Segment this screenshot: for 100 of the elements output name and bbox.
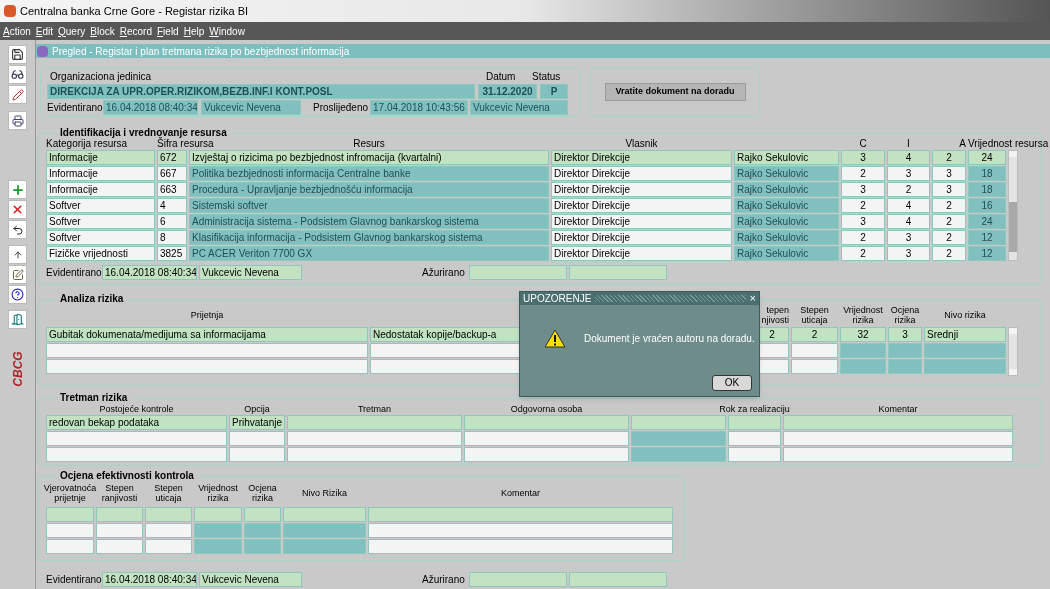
pencil-icon[interactable] (8, 85, 27, 104)
table-cell[interactable] (46, 523, 94, 538)
text-field[interactable]: 31.12.2020 (478, 84, 537, 99)
table-cell[interactable] (783, 415, 1013, 430)
table-cell[interactable]: Politika bezbjednosti informacija Centralne banke (189, 166, 549, 181)
text-field[interactable] (469, 571, 567, 587)
table-cell[interactable] (96, 507, 143, 522)
table-cell[interactable]: Informacije (46, 182, 155, 197)
table-cell[interactable]: Izvještaj o rizicima po bezbjednost infromacija (kvartalni) (189, 150, 549, 165)
table-cell[interactable] (244, 507, 281, 522)
table-cell[interactable]: Direktor Direkcije (551, 182, 732, 197)
text-field[interactable]: 16.04.2018 08:40:34 (103, 100, 198, 115)
table-cell[interactable]: Prihvatanje (229, 415, 285, 430)
table-cell[interactable] (283, 523, 366, 538)
table-cell[interactable]: 4 (157, 198, 187, 213)
table-cell[interactable]: 3825 (157, 246, 187, 261)
table-cell[interactable]: Rajko Sekulovic (734, 214, 839, 229)
table-cell[interactable] (194, 523, 242, 538)
printer-icon[interactable] (8, 111, 27, 130)
table-cell[interactable] (791, 343, 838, 358)
table-cell[interactable] (631, 431, 726, 446)
table-cell[interactable] (96, 523, 143, 538)
table-cell[interactable]: Rajko Sekulovic (734, 150, 839, 165)
table-cell[interactable]: 3 (841, 214, 885, 229)
text-field[interactable] (569, 264, 667, 280)
text-field[interactable]: 16.04.2018 08:40:34 (102, 571, 197, 587)
text-field[interactable]: 16.04.2018 08:40:34 (102, 264, 197, 280)
table-cell[interactable]: Administracija sistema - Podsistem Glavnog bankarskog sistema (189, 214, 549, 229)
table-cell[interactable]: 672 (157, 150, 187, 165)
text-field[interactable]: P (540, 84, 568, 99)
table-cell[interactable]: Rajko Sekulovic (734, 230, 839, 245)
text-field[interactable] (469, 264, 567, 280)
table-cell[interactable]: 2 (841, 166, 885, 181)
table-cell[interactable]: Klasifikacija informacija - Podsistem Glavnog bankarskog sistema (189, 230, 549, 245)
table-cell[interactable]: 663 (157, 182, 187, 197)
table-cell[interactable]: Rajko Sekulovic (734, 246, 839, 261)
table-cell[interactable] (46, 539, 94, 554)
menu-item[interactable]: Action (3, 23, 31, 39)
table-cell[interactable]: Softver (46, 214, 155, 229)
table-cell[interactable]: 32 (840, 327, 886, 342)
table-cell[interactable]: Gubitak dokumenata/medijuma sa informacijama (46, 327, 368, 342)
table-cell[interactable] (283, 539, 366, 554)
table-cell[interactable]: 2 (932, 150, 966, 165)
table-cell[interactable] (783, 447, 1013, 462)
text-field[interactable]: Vukcevic Nevena (199, 571, 302, 587)
table-cell[interactable] (287, 415, 462, 430)
text-field[interactable]: 17.04.2018 10:43:56 (370, 100, 468, 115)
table-cell[interactable]: Srednji (924, 327, 1006, 342)
table-cell[interactable] (283, 507, 366, 522)
table-cell[interactable] (368, 507, 673, 522)
table-cell[interactable] (464, 431, 629, 446)
table-cell[interactable]: 24 (968, 214, 1006, 229)
help-icon[interactable] (8, 285, 27, 304)
table-cell[interactable]: Softver (46, 198, 155, 213)
table-cell[interactable]: 2 (841, 198, 885, 213)
table-cell[interactable]: 4 (887, 150, 930, 165)
table-cell[interactable]: 3 (932, 182, 966, 197)
table-cell[interactable]: 6 (157, 214, 187, 229)
return-button[interactable]: Vratite dokument na doradu (604, 83, 746, 101)
table-cell[interactable] (888, 359, 922, 374)
ok-button[interactable]: OK (712, 375, 752, 391)
table-cell[interactable] (194, 539, 242, 554)
table-cell[interactable]: 3 (887, 230, 930, 245)
table-cell[interactable]: 12 (968, 246, 1006, 261)
table-cell[interactable] (287, 431, 462, 446)
table-cell[interactable] (783, 431, 1013, 446)
table-cell[interactable]: 8 (157, 230, 187, 245)
table-cell[interactable]: 4 (887, 198, 930, 213)
menu-item[interactable]: Window (209, 23, 245, 39)
table-cell[interactable] (229, 431, 285, 446)
table-cell[interactable]: 2 (841, 246, 885, 261)
menu-item[interactable]: Block (90, 23, 115, 39)
menu-item[interactable]: Help (183, 23, 205, 39)
text-field[interactable]: Vukcevic Nevena (199, 264, 302, 280)
delete-icon[interactable] (8, 200, 27, 219)
table-cell[interactable]: 18 (968, 166, 1006, 181)
save-icon[interactable] (8, 45, 27, 64)
table-cell[interactable]: 3 (888, 327, 922, 342)
table-cell[interactable] (464, 447, 629, 462)
table-cell[interactable] (145, 507, 192, 522)
table-cell[interactable]: Informacije (46, 150, 155, 165)
table-cell[interactable]: 2 (932, 198, 966, 213)
table-cell[interactable]: Direktor Direkcije (551, 246, 732, 261)
table-cell[interactable] (194, 507, 242, 522)
table-cell[interactable] (888, 343, 922, 358)
add-icon[interactable] (8, 180, 27, 199)
table-cell[interactable] (464, 415, 629, 430)
table-cell[interactable] (840, 343, 886, 358)
table-cell[interactable] (46, 447, 227, 462)
table-cell[interactable]: Direktor Direkcije (551, 198, 732, 213)
table-cell[interactable]: 2 (791, 327, 838, 342)
table-cell[interactable]: 3 (887, 246, 930, 261)
glasses-icon[interactable] (8, 65, 27, 84)
table-cell[interactable] (924, 343, 1006, 358)
table-cell[interactable]: 2 (841, 230, 885, 245)
text-field[interactable]: Vukcevic Nevena (201, 100, 301, 115)
table-cell[interactable]: Rajko Sekulovic (734, 198, 839, 213)
menu-item[interactable]: Edit (35, 23, 54, 39)
table-cell[interactable]: 4 (887, 214, 930, 229)
table-cell[interactable]: 2 (932, 246, 966, 261)
